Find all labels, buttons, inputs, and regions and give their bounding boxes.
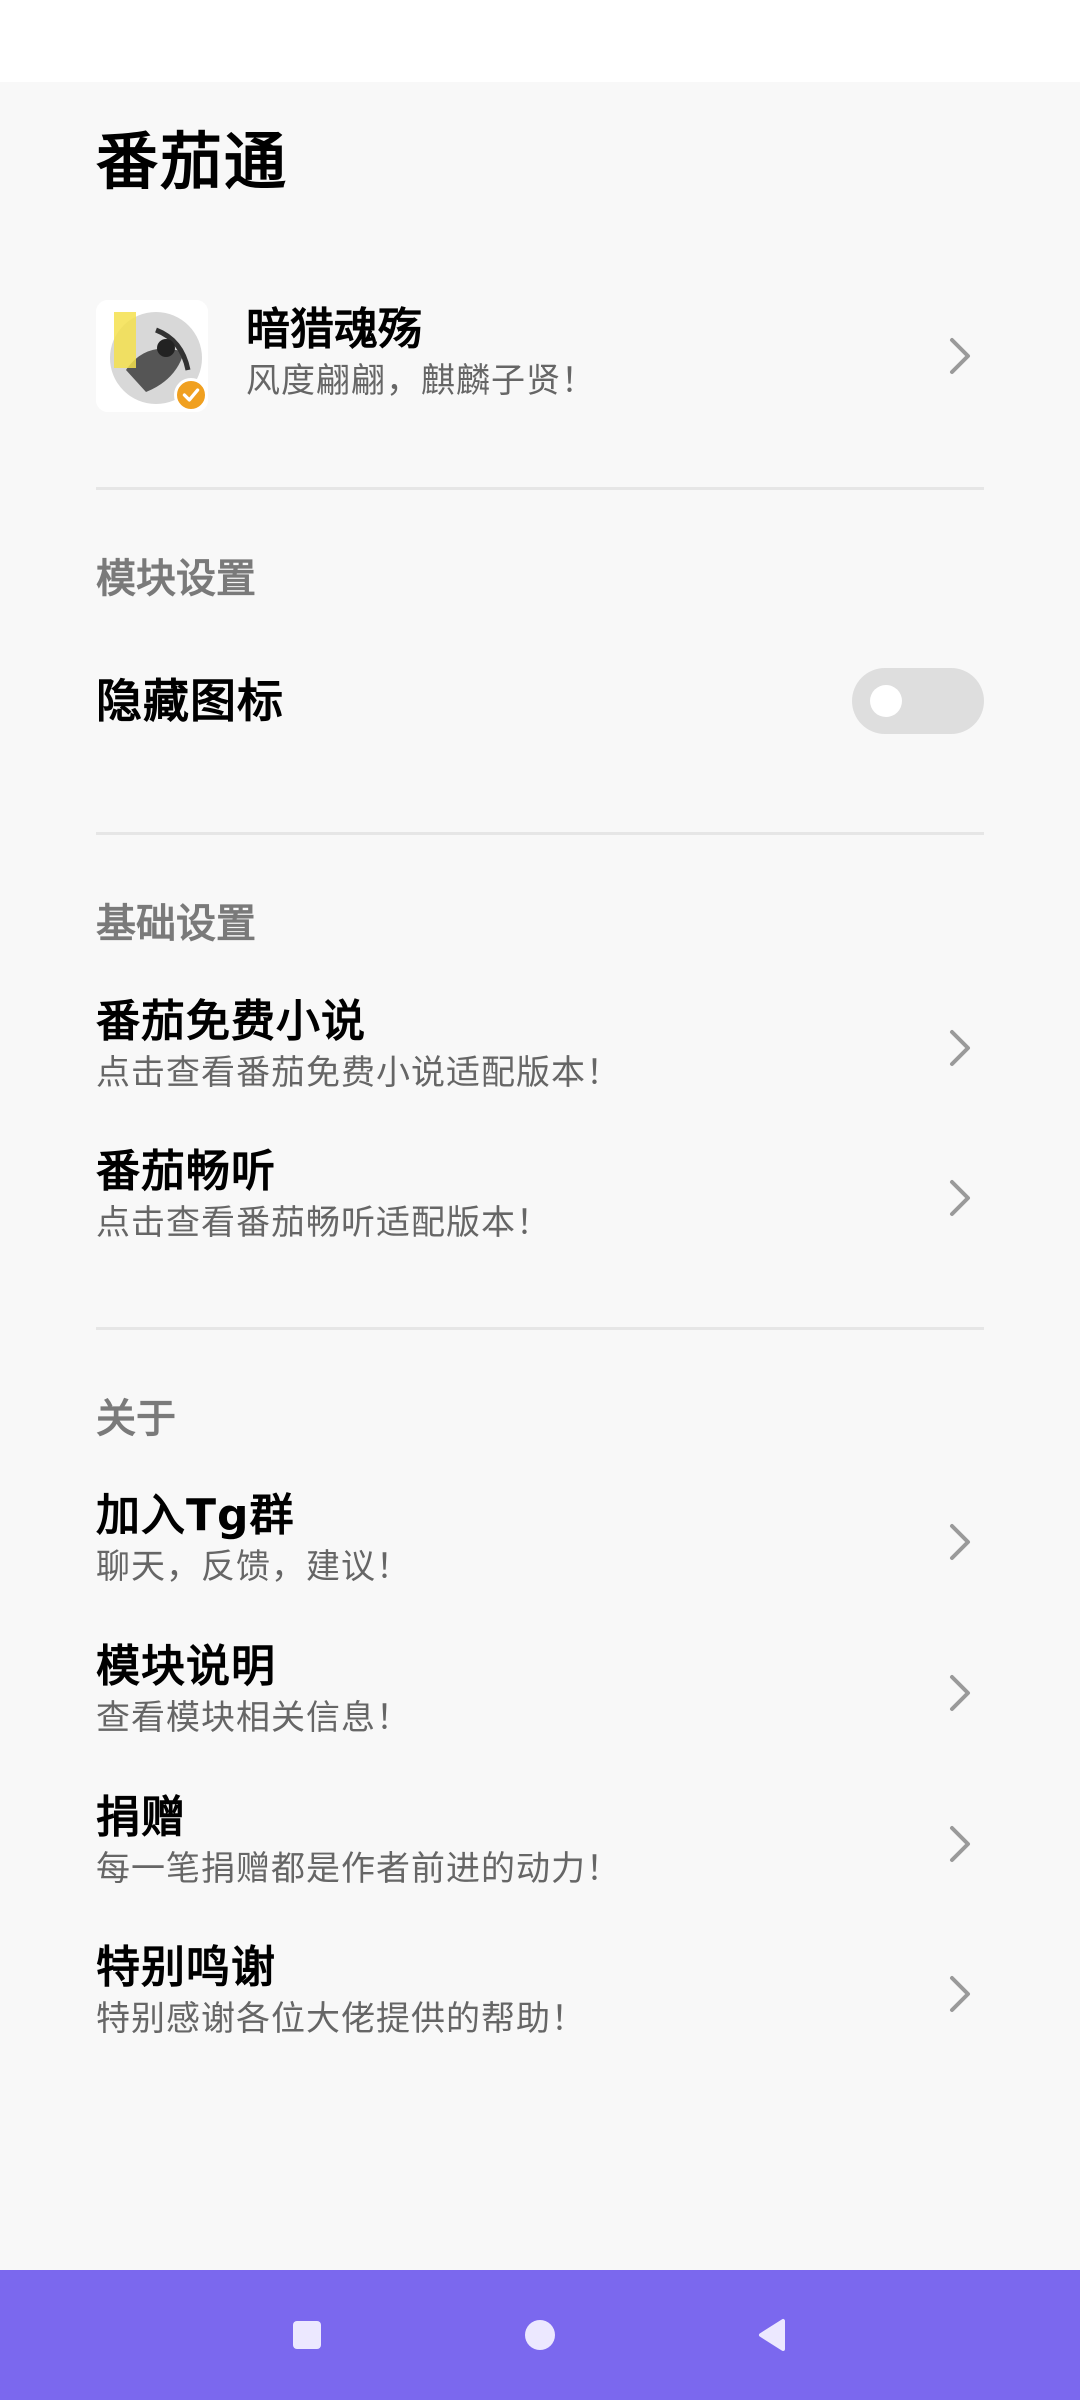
- hide-icon-label: 隐藏图标: [96, 674, 284, 728]
- chevron-right-icon: [944, 1522, 976, 1562]
- hide-icon-setting[interactable]: 隐藏图标: [96, 668, 984, 734]
- chevron-right-icon: [944, 1028, 976, 1068]
- item-subtitle: 点击查看番茄免费小说适配版本！: [96, 1053, 621, 1093]
- item-subtitle: 查看模块相关信息！: [96, 1698, 411, 1738]
- divider: [96, 487, 984, 490]
- hide-icon-toggle[interactable]: [852, 668, 984, 734]
- item-subtitle: 特别感谢各位大佬提供的帮助！: [96, 1999, 586, 2039]
- chevron-right-icon: [944, 1178, 976, 1218]
- system-nav-bar: [0, 2270, 1080, 2400]
- item-title: 番茄畅听: [96, 1146, 276, 1197]
- verified-badge-icon: [174, 378, 208, 412]
- list-item-fanqie-novel[interactable]: 番茄免费小说 点击查看番茄免费小说适配版本！: [96, 994, 984, 1098]
- item-title: 特别鸣谢: [96, 1942, 276, 1993]
- item-title: 番茄免费小说: [96, 996, 366, 1047]
- section-label-about: 关于: [96, 1396, 176, 1442]
- section-label-module: 模块设置: [96, 556, 256, 602]
- list-item-join-tg[interactable]: 加入Tg群 聊天，反馈，建议！: [96, 1488, 984, 1592]
- section-label-basic: 基础设置: [96, 901, 256, 947]
- item-subtitle: 点击查看番茄畅听适配版本！: [96, 1203, 551, 1243]
- chevron-right-icon: [944, 336, 976, 376]
- item-subtitle: 每一笔捐赠都是作者前进的动力！: [96, 1849, 621, 1889]
- item-title: 加入Tg群: [96, 1490, 295, 1541]
- chevron-right-icon: [944, 1673, 976, 1713]
- list-item-module-info[interactable]: 模块说明 查看模块相关信息！: [96, 1639, 984, 1743]
- square-recents-icon[interactable]: [284, 2312, 330, 2358]
- item-title: 模块说明: [96, 1641, 276, 1692]
- profile-motto: 风度翩翩，麒麟子贤！: [246, 361, 596, 401]
- status-bar: [0, 0, 1080, 82]
- list-item-donate[interactable]: 捐赠 每一笔捐赠都是作者前进的动力！: [96, 1790, 984, 1894]
- list-item-special-thanks[interactable]: 特别鸣谢 特别感谢各位大佬提供的帮助！: [96, 1940, 984, 2044]
- divider: [96, 832, 984, 835]
- triangle-back-icon[interactable]: [750, 2312, 796, 2358]
- item-subtitle: 聊天，反馈，建议！: [96, 1547, 411, 1587]
- chevron-right-icon: [944, 1974, 976, 2014]
- list-item-fanqie-listen[interactable]: 番茄畅听 点击查看番茄畅听适配版本！: [96, 1144, 984, 1248]
- page-title: 番茄通: [96, 125, 289, 198]
- profile-name: 暗猎魂殇: [246, 304, 422, 355]
- avatar: [96, 300, 208, 412]
- chevron-right-icon: [944, 1824, 976, 1864]
- circle-home-icon[interactable]: [517, 2312, 563, 2358]
- item-title: 捐赠: [96, 1792, 186, 1843]
- toggle-knob: [870, 685, 902, 717]
- divider: [96, 1327, 984, 1330]
- profile-card[interactable]: 暗猎魂殇 风度翩翩，麒麟子贤！: [96, 300, 984, 412]
